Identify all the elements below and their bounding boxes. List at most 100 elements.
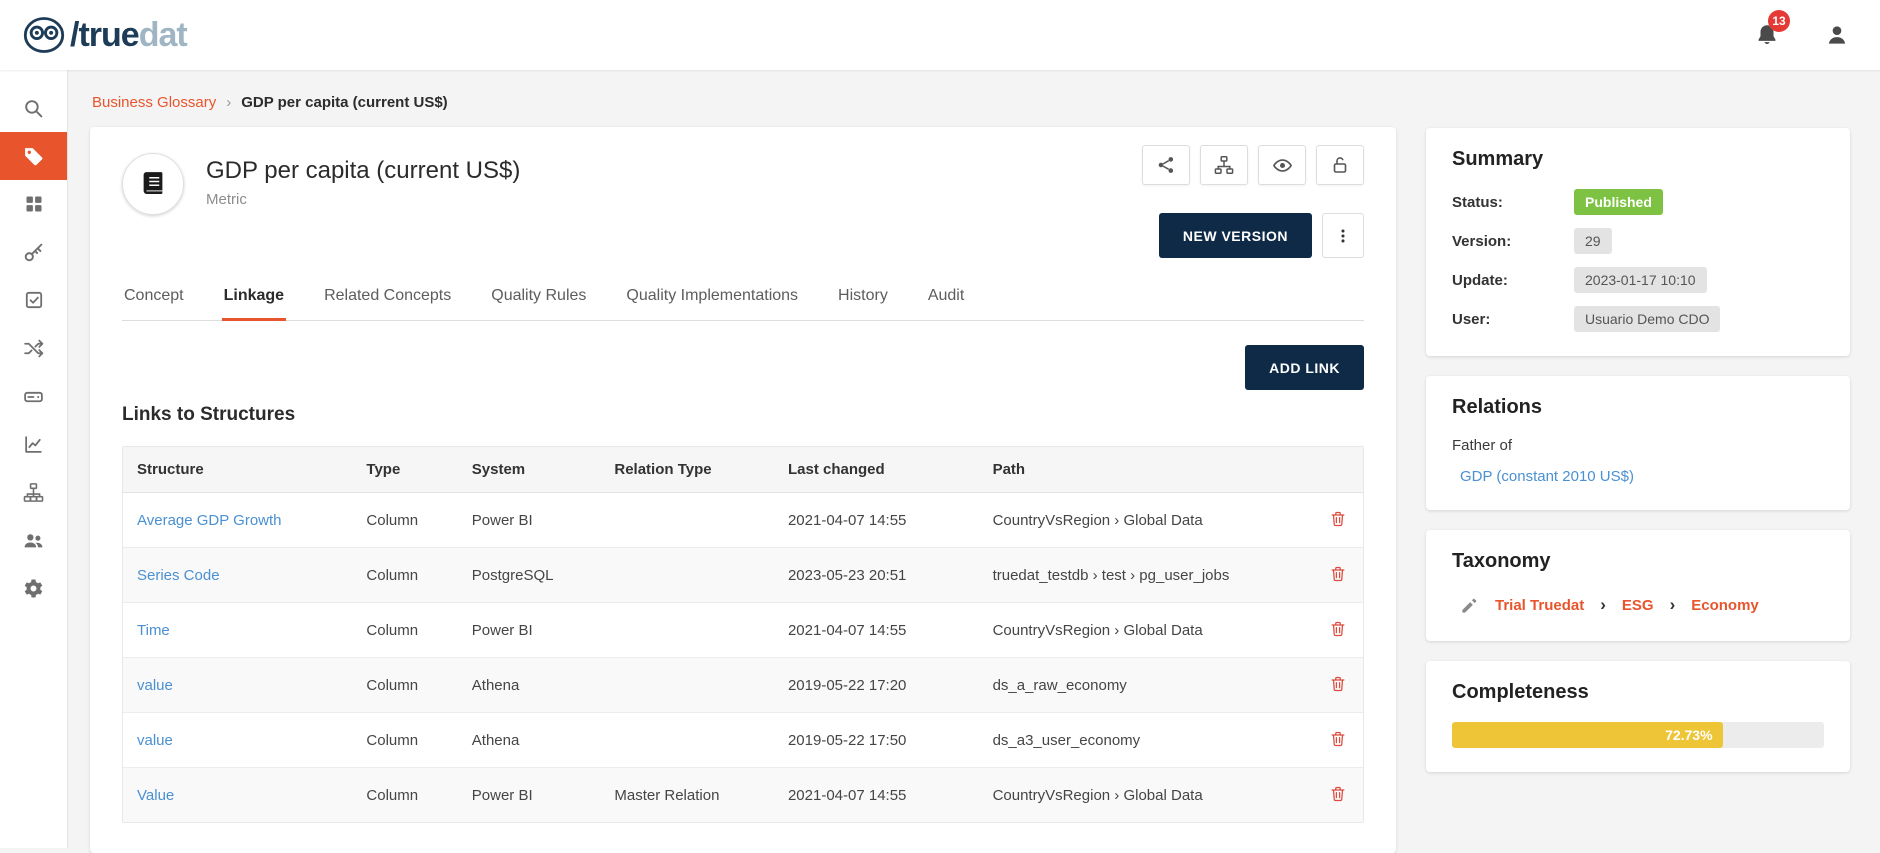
user-label: User:	[1452, 311, 1574, 328]
tab-history[interactable]: History	[836, 274, 890, 320]
trash-icon	[1329, 565, 1347, 583]
watch-button[interactable]	[1258, 145, 1306, 185]
taxonomy-domain-link[interactable]: Trial Truedat	[1495, 597, 1584, 614]
path-cell: ds_a_raw_economy	[979, 658, 1313, 713]
table-row: Series Code Column PostgreSQL 2023-05-23…	[123, 548, 1363, 603]
path-cell: CountryVsRegion › Global Data	[979, 768, 1313, 823]
tab-concept[interactable]: Concept	[122, 274, 186, 320]
unlock-button[interactable]	[1316, 145, 1364, 185]
path-cell: CountryVsRegion › Global Data	[979, 493, 1313, 548]
concept-card: GDP per capita (current US$) Metric	[90, 127, 1396, 853]
taxonomy-separator: ›	[1670, 595, 1676, 615]
hierarchy-button[interactable]	[1200, 145, 1248, 185]
col-actions	[1313, 447, 1363, 493]
delete-link-button[interactable]	[1327, 673, 1349, 695]
version-label: Version:	[1452, 233, 1574, 250]
new-version-button[interactable]: NEW VERSION	[1159, 213, 1312, 258]
delete-link-button[interactable]	[1327, 508, 1349, 530]
gear-icon	[23, 578, 44, 599]
relation-type-cell	[600, 493, 774, 548]
relation-concept-link[interactable]: GDP (constant 2010 US$)	[1460, 468, 1634, 485]
table-row: Average GDP Growth Column Power BI 2021-…	[123, 493, 1363, 548]
breadcrumb-current: GDP per capita (current US$)	[241, 94, 447, 111]
status-badge: Published	[1574, 189, 1663, 215]
sidebar-item-glossary[interactable]	[0, 132, 67, 180]
path-cell: ds_a3_user_economy	[979, 713, 1313, 768]
update-badge: 2023-01-17 10:10	[1574, 267, 1707, 293]
sidebar-item-access[interactable]	[0, 228, 67, 276]
add-link-button[interactable]: ADD LINK	[1245, 345, 1364, 390]
tab-quality-implementations[interactable]: Quality Implementations	[624, 274, 800, 320]
shuffle-icon	[23, 338, 44, 359]
tab-audit[interactable]: Audit	[926, 274, 966, 320]
sidebar-item-search[interactable]	[0, 84, 67, 132]
structure-link[interactable]: value	[137, 732, 173, 749]
delete-link-button[interactable]	[1327, 783, 1349, 805]
type-cell: Column	[352, 713, 457, 768]
col-structure: Structure	[123, 447, 352, 493]
more-actions-button[interactable]	[1322, 213, 1364, 258]
sidebar-item-structures[interactable]	[0, 468, 67, 516]
user-menu-button[interactable]	[1824, 22, 1850, 48]
sidebar-item-analytics[interactable]	[0, 420, 67, 468]
share-button[interactable]	[1142, 145, 1190, 185]
system-cell: Athena	[458, 713, 601, 768]
type-cell: Column	[352, 768, 457, 823]
trash-icon	[1329, 510, 1347, 528]
relation-type-cell	[600, 603, 774, 658]
summary-title: Summary	[1452, 148, 1824, 171]
path-cell: CountryVsRegion › Global Data	[979, 603, 1313, 658]
brand-logo[interactable]: /truedat	[22, 16, 187, 54]
path-cell: truedat_testdb › test › pg_user_jobs	[979, 548, 1313, 603]
structure-link[interactable]: Series Code	[137, 567, 220, 584]
completeness-bar: 72.73%	[1452, 722, 1824, 748]
breadcrumb-separator: ›	[226, 94, 231, 111]
share-icon	[1156, 155, 1176, 175]
sidebar-item-quality[interactable]	[0, 276, 67, 324]
relation-kind-label: Father of	[1452, 437, 1824, 454]
update-label: Update:	[1452, 272, 1574, 289]
delete-link-button[interactable]	[1327, 728, 1349, 750]
relations-title: Relations	[1452, 396, 1824, 419]
structure-link[interactable]: Average GDP Growth	[137, 512, 282, 529]
notification-badge: 13	[1768, 10, 1790, 32]
grid-icon	[24, 194, 44, 214]
concept-type-label: Metric	[206, 191, 520, 208]
pencil-icon[interactable]	[1460, 596, 1479, 615]
sidebar-item-dashboards[interactable]	[0, 180, 67, 228]
status-label: Status:	[1452, 194, 1574, 211]
right-sidebar: Summary Status: Published Version: 29 Up…	[1426, 128, 1850, 848]
table-row: Value Column Power BI Master Relation 20…	[123, 768, 1363, 823]
taxonomy-domain-link[interactable]: ESG	[1622, 597, 1654, 614]
tab-related-concepts[interactable]: Related Concepts	[322, 274, 453, 320]
tab-linkage[interactable]: Linkage	[222, 274, 286, 320]
summary-card: Summary Status: Published Version: 29 Up…	[1426, 128, 1850, 356]
col-relation-type: Relation Type	[600, 447, 774, 493]
users-icon	[23, 530, 44, 551]
type-cell: Column	[352, 493, 457, 548]
structure-link[interactable]: Value	[137, 787, 174, 804]
table-row: Time Column Power BI 2021-04-07 14:55 Co…	[123, 603, 1363, 658]
tab-quality-rules[interactable]: Quality Rules	[489, 274, 588, 320]
taxonomy-title: Taxonomy	[1452, 550, 1824, 573]
key-icon	[23, 242, 44, 263]
delete-link-button[interactable]	[1327, 563, 1349, 585]
notifications-button[interactable]: 13	[1754, 22, 1780, 48]
delete-link-button[interactable]	[1327, 618, 1349, 640]
sidebar-item-users[interactable]	[0, 516, 67, 564]
completeness-percent: 72.73%	[1665, 727, 1712, 743]
breadcrumb-business-glossary[interactable]: Business Glossary	[92, 94, 216, 111]
sidebar-item-lineage[interactable]	[0, 324, 67, 372]
sidebar-item-settings[interactable]	[0, 564, 67, 612]
structure-link[interactable]: Time	[137, 622, 170, 639]
search-icon	[23, 98, 44, 119]
sidebar-item-data-sources[interactable]	[0, 372, 67, 420]
relation-type-cell	[600, 713, 774, 768]
trash-icon	[1329, 730, 1347, 748]
unlock-icon	[1330, 155, 1350, 175]
breadcrumb: Business Glossary › GDP per capita (curr…	[92, 94, 1396, 111]
owl-logo-icon	[22, 16, 66, 54]
structure-link[interactable]: value	[137, 677, 173, 694]
version-badge: 29	[1574, 228, 1612, 254]
taxonomy-domain-link[interactable]: Economy	[1691, 597, 1759, 614]
